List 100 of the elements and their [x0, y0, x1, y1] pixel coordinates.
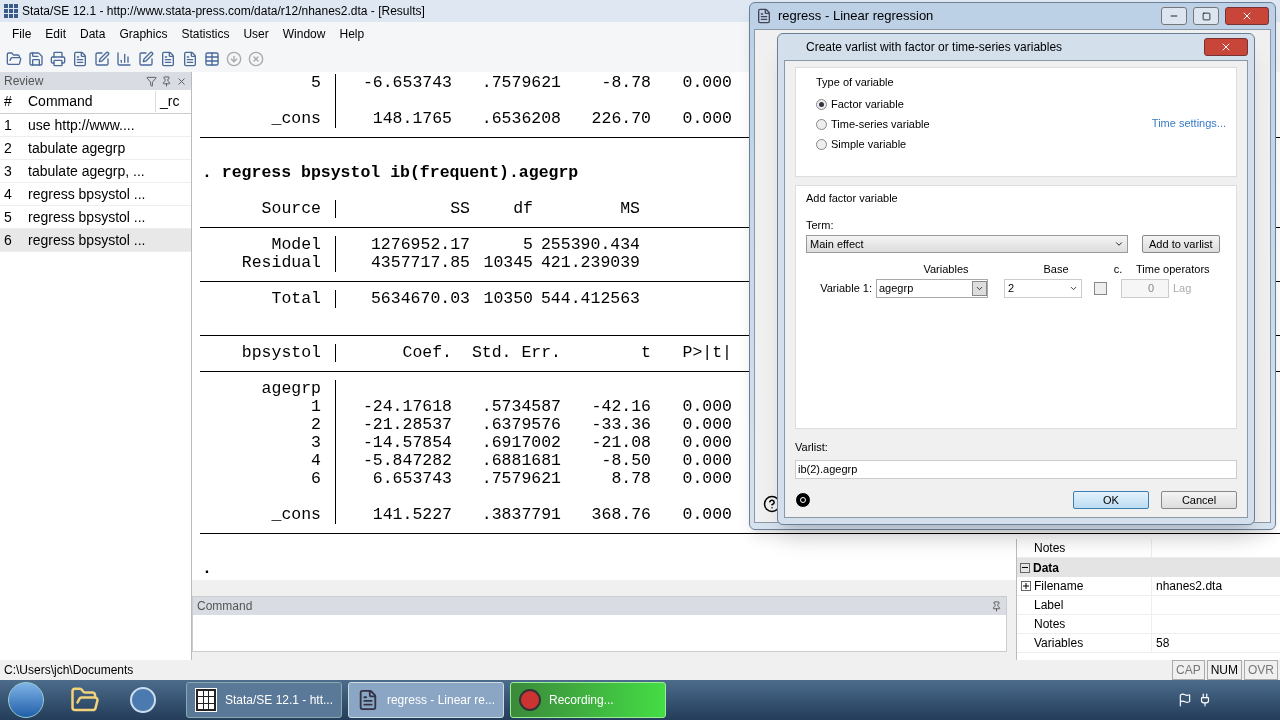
- checkbox[interactable]: [1094, 282, 1107, 295]
- status-indicator: OVR: [1244, 660, 1278, 680]
- row-label: _cons: [271, 503, 321, 526]
- row-label: bpsystol: [241, 341, 321, 364]
- collapse-icon[interactable]: [1020, 562, 1030, 573]
- table-cell-text: MS: [620, 197, 640, 220]
- radio-button[interactable]: [816, 139, 827, 150]
- command-echo: . regress bpsystol ib(frequent).agegrp: [202, 161, 579, 184]
- command-text: tabulate agegrp: [27, 138, 126, 158]
- maximize-button[interactable]: [1193, 7, 1219, 25]
- term-dropdown[interactable]: Main effect: [806, 235, 1128, 253]
- row-number: 6: [3, 230, 13, 250]
- start-button[interactable]: [8, 682, 44, 718]
- table-cell-text: t: [641, 341, 651, 364]
- status-indicator: NUM: [1206, 660, 1242, 680]
- variable-dropdown[interactable]: agegrp: [876, 279, 988, 298]
- caret-icon: [1114, 239, 1124, 249]
- variables-manager-icon[interactable]: [204, 51, 220, 67]
- close-icon: [1241, 10, 1253, 22]
- review-row[interactable]: 1 use http://www....: [0, 114, 191, 137]
- close-button[interactable]: [1204, 38, 1248, 56]
- group-label: Type of variable: [816, 75, 895, 90]
- menu-item[interactable]: User: [243, 25, 269, 43]
- menu-item[interactable]: Edit: [45, 25, 67, 43]
- taskbar-label: regress - Linear re...: [386, 692, 495, 709]
- maximize-icon: [1201, 11, 1211, 21]
- table-cell-text: .7579621: [481, 71, 561, 94]
- add-to-varlist-button[interactable]: Add to varlist: [1142, 235, 1220, 253]
- command-text: regress bpsystol ...: [27, 230, 146, 250]
- base-dropdown[interactable]: 2: [1004, 279, 1082, 298]
- table-cell-text: 368.76: [591, 503, 651, 526]
- table-cell-text: -8.78: [601, 71, 651, 94]
- radio-label: Time-series variable: [831, 117, 930, 133]
- field-label: Variable 1:: [819, 281, 872, 297]
- pin-icon[interactable]: [991, 600, 1002, 612]
- panel-title: Review: [4, 73, 44, 90]
- radio-button[interactable]: [816, 119, 827, 130]
- open-icon[interactable]: [6, 51, 22, 67]
- graph-icon[interactable]: [116, 51, 132, 67]
- column-header[interactable]: Command: [24, 91, 156, 112]
- varlist-field[interactable]: ib(2).agegrp: [795, 459, 1237, 479]
- table-cell-text: 544.412563: [540, 287, 640, 310]
- save-icon[interactable]: [28, 51, 44, 67]
- review-row[interactable]: 3 tabulate agegrp, ...: [0, 160, 191, 183]
- row-number: 5: [3, 207, 13, 227]
- table-cell-text: Coef.: [402, 341, 452, 364]
- property-name: Variables: [1034, 634, 1152, 652]
- print-icon[interactable]: [50, 51, 66, 67]
- dialog-button[interactable]: Cancel: [1161, 491, 1237, 509]
- menu-item[interactable]: Help: [339, 25, 365, 43]
- caret-icon: [975, 284, 984, 293]
- column-header: Base: [1042, 261, 1070, 277]
- taskbar-label: Recording...: [549, 692, 614, 709]
- command-text: regress bpsystol ...: [27, 184, 146, 204]
- power-icon[interactable]: [1198, 693, 1212, 707]
- menu-item[interactable]: File: [12, 25, 32, 43]
- menu-item[interactable]: Window: [282, 25, 326, 43]
- table-cell-text: SS: [450, 197, 470, 220]
- taskbar-label: Stata/SE 12.1 - htt...: [224, 692, 333, 709]
- filter-icon[interactable]: [146, 75, 157, 87]
- review-row[interactable]: 2 tabulate agegrp: [0, 137, 191, 160]
- dialog-title: regress - Linear regression: [778, 7, 934, 26]
- pin-icon[interactable]: [161, 75, 172, 87]
- command-echo: .: [202, 557, 212, 580]
- table-cell-text: Std. Err.: [471, 341, 561, 364]
- taskbar-button[interactable]: Stata/SE 12.1 - htt...: [186, 682, 342, 718]
- dialog-button[interactable]: OK: [1073, 491, 1149, 509]
- property-name: Notes: [1034, 615, 1152, 633]
- log-icon[interactable]: [72, 51, 88, 67]
- plus-icon: [1021, 582, 1030, 590]
- row-label: 5: [311, 71, 321, 94]
- review-row[interactable]: 4 regress bpsystol ...: [0, 183, 191, 206]
- menu-item[interactable]: Graphics: [119, 25, 168, 43]
- caret-icon: [1069, 284, 1078, 293]
- radio-button[interactable]: [816, 99, 827, 110]
- row-label: _cons: [271, 107, 321, 130]
- menu-item[interactable]: Data: [80, 25, 106, 43]
- table-cell-text: 226.70: [591, 107, 651, 130]
- column-header[interactable]: _rc: [156, 91, 180, 112]
- expand-icon[interactable]: [1020, 581, 1031, 591]
- column-header[interactable]: #: [0, 91, 24, 112]
- table-cell-text: P>|t|: [682, 341, 732, 364]
- row-number: 4: [3, 184, 13, 204]
- time-settings-link[interactable]: Time settings...: [1151, 115, 1226, 132]
- table-cell-text: 148.1765: [372, 107, 452, 130]
- lag-spinner[interactable]: 0: [1121, 279, 1169, 298]
- review-row[interactable]: 6 regress bpsystol ...: [0, 229, 191, 252]
- menu-item[interactable]: Statistics: [181, 25, 230, 43]
- minimize-button[interactable]: [1161, 7, 1187, 25]
- property-group[interactable]: Data: [1017, 558, 1280, 577]
- table-cell-text: 141.5227: [372, 503, 452, 526]
- close-icon[interactable]: [176, 75, 187, 87]
- close-button[interactable]: [1225, 7, 1269, 25]
- close-icon: [1220, 41, 1232, 53]
- row-number: 3: [3, 161, 13, 181]
- group-label: Data: [1033, 559, 1059, 577]
- row-label: Total: [271, 287, 321, 310]
- table-cell-text: df: [513, 197, 533, 220]
- flag-icon[interactable]: [1178, 693, 1192, 707]
- dialog-title: Create varlist with factor or time-series variables: [805, 39, 1063, 56]
